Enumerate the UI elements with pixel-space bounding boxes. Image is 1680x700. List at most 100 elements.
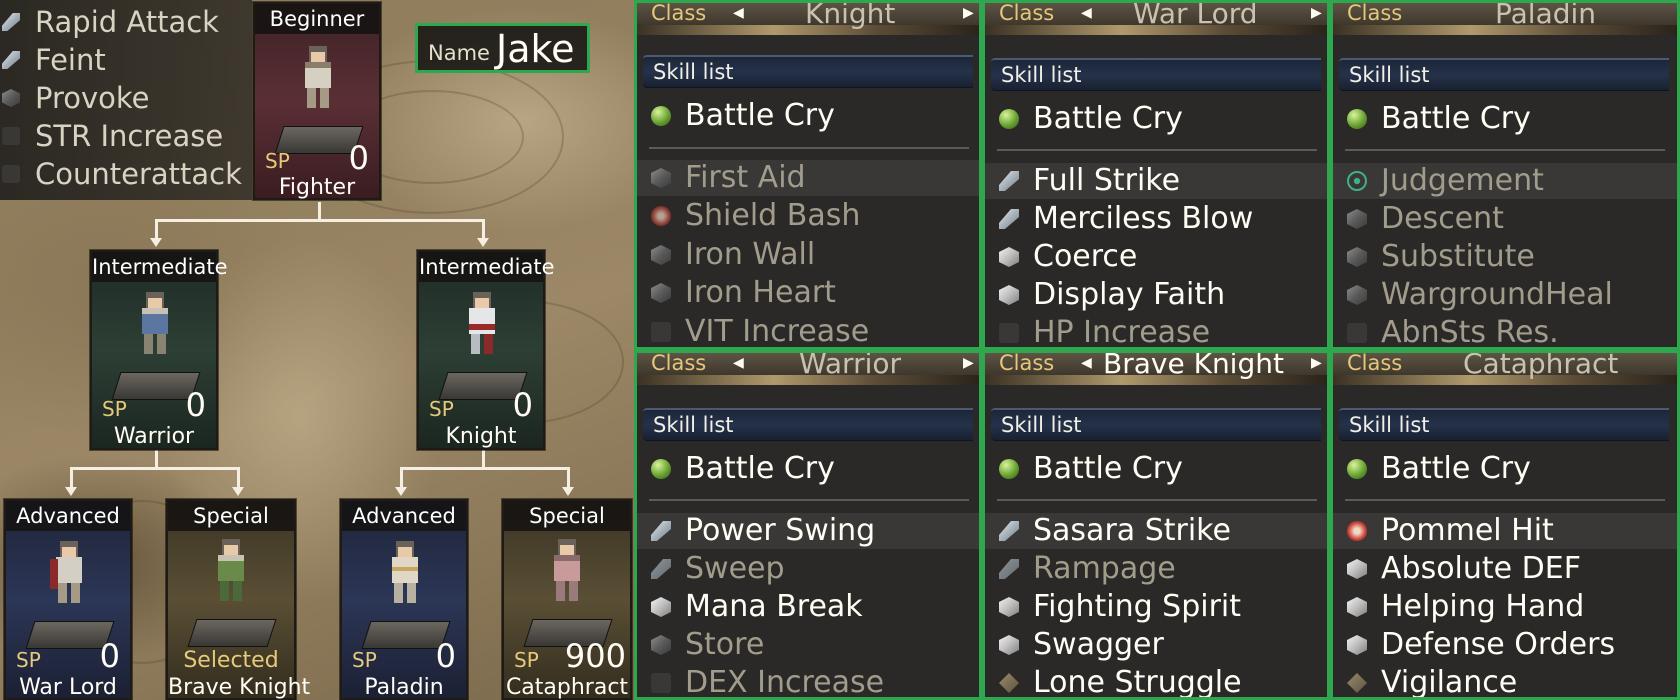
skill-entry[interactable]: VIT Increase <box>637 314 979 347</box>
skill-entry[interactable]: Iron Heart <box>637 275 979 311</box>
skill-entry[interactable]: Display Faith <box>985 277 1327 313</box>
class-card-brave-knight[interactable]: Special Selected Brave Knight <box>166 499 311 700</box>
panel-class-name: Warrior <box>799 350 902 380</box>
skill-list-label: Skill list <box>1349 63 1430 87</box>
skill-name: Battle Cry <box>1033 101 1183 136</box>
panel-class-name: Cataphract <box>1463 350 1619 380</box>
arrow-right-icon[interactable]: ▶ <box>963 355 974 371</box>
arrow-right-icon[interactable]: ▶ <box>963 5 974 21</box>
current-skill-row[interactable]: Counterattack <box>0 155 252 193</box>
tier-label: Beginner <box>255 4 379 34</box>
skill-list-label: Skill list <box>1349 413 1430 437</box>
arrow-left-icon[interactable]: ◀ <box>733 5 744 21</box>
tier-label: Intermediate <box>419 252 555 282</box>
skill-name: Battle Cry <box>685 451 835 486</box>
skill-entry[interactable]: Coerce <box>985 239 1327 275</box>
cube-icon <box>651 168 671 188</box>
skill-list-label: Skill list <box>1001 63 1082 87</box>
brave-knight-sprite <box>218 539 244 601</box>
skill-entry[interactable]: Battle Cry <box>1333 451 1677 487</box>
arrow-left-icon[interactable]: ◀ <box>733 355 744 371</box>
skill-entry[interactable]: Absolute DEF <box>1333 551 1677 587</box>
skill-name: Battle Cry <box>1381 451 1531 486</box>
sword-icon <box>651 521 671 541</box>
cube-icon <box>999 597 1019 617</box>
skill-entry[interactable]: Lone Struggle <box>985 665 1327 697</box>
skill-entry[interactable]: Battle Cry <box>637 98 979 134</box>
skill-list-label: Skill list <box>1001 413 1082 437</box>
skill-entry[interactable]: Merciless Blow <box>985 201 1327 237</box>
skill-list-label: Skill list <box>653 60 734 84</box>
skill-entry[interactable]: Full Strike <box>985 163 1327 199</box>
skill-name: Substitute <box>1381 239 1535 274</box>
orb-icon <box>999 459 1019 479</box>
skill-name: HP Increase <box>1033 315 1211 350</box>
sp-value: 0 <box>435 637 456 675</box>
current-skill-row[interactable]: Provoke <box>0 79 252 117</box>
arrow-left-icon[interactable]: ◀ <box>1081 5 1092 21</box>
cube-icon <box>999 635 1019 655</box>
skill-entry[interactable]: Iron Wall <box>637 237 979 273</box>
diamond-icon <box>999 673 1019 693</box>
skill-entry[interactable]: First Aid <box>637 160 979 196</box>
skill-entry[interactable]: Descent <box>1333 201 1677 237</box>
skill-name: Absolute DEF <box>1381 551 1581 586</box>
skill-entry[interactable]: Judgement <box>1333 163 1677 199</box>
selected-label: Selected <box>183 648 279 673</box>
passive-icon <box>999 323 1019 343</box>
class-card-war-lord[interactable]: Advanced SP 0 War Lord <box>4 499 132 700</box>
passive-icon <box>2 127 20 145</box>
skill-entry[interactable]: Substitute <box>1333 239 1677 275</box>
current-skill-row[interactable]: STR Increase <box>0 117 252 155</box>
arrow-right-icon[interactable]: ▶ <box>1311 5 1322 21</box>
skill-name: Power Swing <box>685 513 876 548</box>
skill-entry[interactable]: Battle Cry <box>637 451 979 487</box>
fist-icon <box>651 206 671 226</box>
skill-list-label: Skill list <box>653 413 734 437</box>
arrow-right-icon[interactable]: ▶ <box>1311 355 1322 371</box>
skill-name: DEX Increase <box>685 665 885 700</box>
class-card-warrior[interactable]: Intermediate SP 0 Warrior <box>90 250 228 450</box>
cube-icon <box>1347 559 1367 579</box>
cube-icon <box>1347 247 1367 267</box>
skill-entry[interactable]: Mana Break <box>637 589 979 625</box>
skill-entry[interactable]: AbnSts Res. <box>1333 315 1677 347</box>
sword-icon <box>651 559 671 579</box>
skill-entry[interactable]: DEX Increase <box>637 665 979 700</box>
skill-name: Shield Bash <box>685 198 861 233</box>
class-name: Brave Knight <box>168 675 311 700</box>
orb-icon <box>1347 109 1367 129</box>
arrow-left-icon[interactable]: ◀ <box>1081 355 1092 371</box>
skill-entry[interactable]: Defense Orders <box>1333 627 1677 663</box>
skill-name: Defense Orders <box>1381 627 1616 662</box>
sp-value: 0 <box>99 637 120 675</box>
skill-entry[interactable]: Pommel Hit <box>1333 513 1677 549</box>
class-name: Fighter <box>278 175 356 200</box>
skill-name: Mana Break <box>685 589 863 624</box>
skill-entry[interactable]: Battle Cry <box>985 101 1327 137</box>
class-card-cataphract[interactable]: Special SP 900 Cataphract <box>502 499 632 700</box>
skill-entry[interactable]: HP Increase <box>985 315 1327 350</box>
current-skill-row[interactable]: Feint <box>0 41 252 79</box>
skill-entry[interactable]: Sweep <box>637 551 979 587</box>
skill-entry[interactable]: WargroundHeal <box>1333 277 1677 313</box>
skill-entry[interactable]: Shield Bash <box>637 198 979 234</box>
class-card-knight[interactable]: Intermediate SP 0 Knight <box>417 250 555 450</box>
skill-entry[interactable]: Battle Cry <box>985 451 1327 487</box>
skill-entry[interactable]: Rampage <box>985 551 1327 587</box>
class-card-paladin[interactable]: Advanced SP 0 Paladin <box>340 499 468 700</box>
class-label: Class <box>651 1 707 25</box>
skill-entry[interactable]: Vigilance <box>1333 665 1677 697</box>
character-name: Jake <box>496 27 575 71</box>
skill-entry[interactable]: Power Swing <box>637 513 979 549</box>
cube-icon <box>2 89 20 107</box>
war-lord-sprite <box>50 541 82 603</box>
skill-entry[interactable]: Swagger <box>985 627 1327 663</box>
skill-entry[interactable]: Fighting Spirit <box>985 589 1327 625</box>
skill-entry[interactable]: Battle Cry <box>1333 101 1677 137</box>
current-skill-row[interactable]: Rapid Attack <box>0 3 252 41</box>
skill-entry[interactable]: Sasara Strike <box>985 513 1327 549</box>
skill-entry[interactable]: Helping Hand <box>1333 589 1677 625</box>
class-card-fighter[interactable]: Beginner SP 0 Fighter <box>253 2 381 200</box>
skill-entry[interactable]: Store <box>637 627 979 663</box>
